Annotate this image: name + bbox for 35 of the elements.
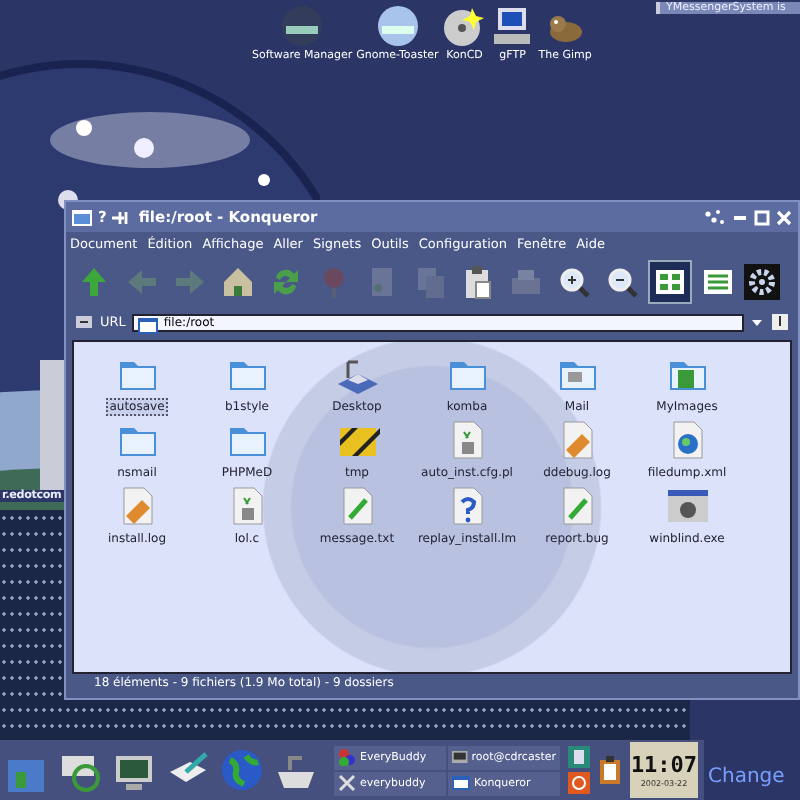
bookmark-icon[interactable] bbox=[770, 312, 790, 332]
zoom-in-icon bbox=[556, 264, 592, 300]
cd-icon bbox=[442, 4, 487, 48]
dropdown-arrow-icon[interactable] bbox=[750, 316, 764, 328]
ticker-text: Change bbox=[708, 766, 785, 788]
icon-grid-icon bbox=[652, 264, 688, 300]
up-arrow-icon bbox=[76, 264, 112, 300]
clock-time: 11:07 bbox=[630, 752, 698, 778]
back-arrow-icon bbox=[124, 264, 160, 300]
disc-icon bbox=[375, 4, 420, 48]
computer-icon bbox=[490, 4, 535, 48]
tray-app-icon[interactable] bbox=[568, 746, 590, 768]
clipboard-icon[interactable] bbox=[598, 756, 622, 784]
gear-window-icon[interactable] bbox=[665, 486, 709, 526]
window-icon bbox=[452, 774, 470, 792]
reload-icon bbox=[268, 264, 304, 300]
zoom-out-icon bbox=[604, 264, 640, 300]
gear-icon bbox=[744, 264, 780, 300]
printer-icon bbox=[508, 264, 544, 300]
copy-icon bbox=[412, 264, 448, 300]
clear-location-icon[interactable] bbox=[74, 312, 94, 332]
people-icon bbox=[338, 748, 356, 766]
sparkle-icon[interactable] bbox=[702, 208, 726, 226]
maximize-icon[interactable] bbox=[754, 209, 770, 225]
terminal-icon bbox=[452, 748, 468, 766]
cross-icon bbox=[338, 774, 356, 792]
forward-arrow-icon bbox=[172, 264, 208, 300]
pin-icon[interactable] bbox=[112, 209, 133, 225]
icon-grid-button[interactable] bbox=[648, 260, 692, 304]
clipboard-icon bbox=[460, 264, 496, 300]
folder-icon bbox=[72, 208, 92, 226]
close-icon[interactable] bbox=[776, 209, 792, 225]
globe-icon[interactable] bbox=[220, 748, 264, 792]
list-view-icon bbox=[700, 264, 736, 300]
tray-app-icon[interactable] bbox=[568, 772, 590, 794]
